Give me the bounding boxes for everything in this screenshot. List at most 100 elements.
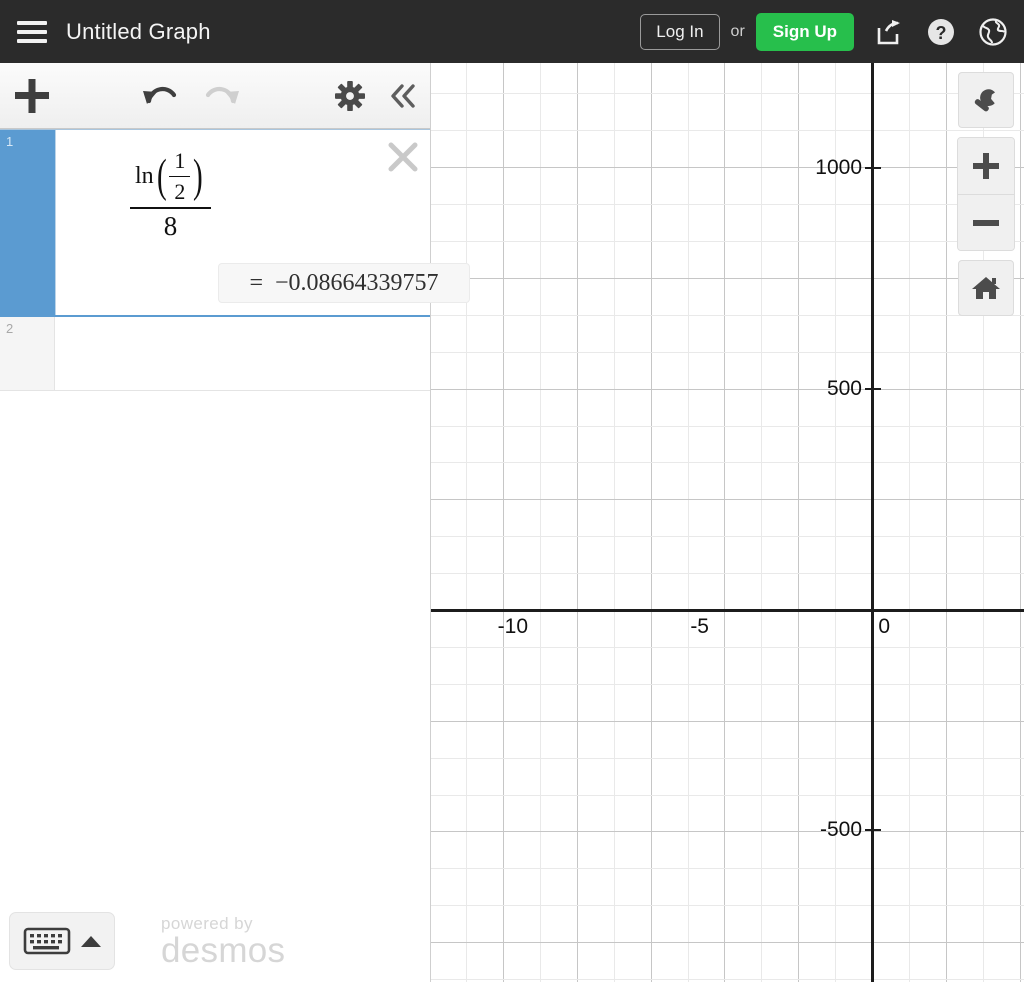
collapse-panel-button[interactable] <box>377 63 429 128</box>
login-button[interactable]: Log In <box>640 14 719 50</box>
powered-by-desmos: powered by desmos <box>161 915 285 968</box>
x-axis <box>431 609 1024 612</box>
grid-line-horizontal <box>431 684 1024 685</box>
grid-line-horizontal <box>431 426 1024 427</box>
zoom-in-button[interactable] <box>958 138 1014 194</box>
x-axis-tick-label: -5 <box>690 615 709 639</box>
grid-line-horizontal <box>431 278 1024 279</box>
y-axis-tick-label: -500 <box>431 818 862 842</box>
share-icon[interactable] <box>872 15 906 49</box>
globe-icon[interactable] <box>976 15 1010 49</box>
expression-row-index: 2 <box>0 317 55 390</box>
y-axis-tick-mark <box>865 388 881 390</box>
grid-line-vertical <box>946 63 947 982</box>
grid-line-horizontal <box>431 352 1024 353</box>
app-header: Untitled Graph Log In or Sign Up ? <box>0 0 1024 63</box>
graph-title[interactable]: Untitled Graph <box>66 19 211 45</box>
wrench-icon <box>971 85 1001 115</box>
desmos-brand-label: desmos <box>161 933 285 968</box>
result-value: −0.08664339757 <box>275 270 439 297</box>
caret-up-icon <box>81 936 101 947</box>
outer-fraction-bar <box>130 207 211 209</box>
x-axis-tick-label: -10 <box>498 615 528 639</box>
inner-fraction: 1 2 <box>169 148 190 205</box>
grid-lines <box>431 63 1024 982</box>
grid-line-vertical <box>835 63 836 982</box>
y-axis-tick-mark <box>865 829 881 831</box>
settings-button[interactable] <box>323 63 377 128</box>
grid-line-vertical <box>466 63 467 982</box>
plus-icon <box>15 79 49 113</box>
add-expression-button[interactable] <box>0 63 64 128</box>
grid-line-vertical <box>503 63 504 982</box>
grid-line-vertical <box>798 63 799 982</box>
expression-panel: 1 ln ( 1 <box>0 63 431 982</box>
grid-line-vertical <box>540 63 541 982</box>
close-x-icon[interactable] <box>386 140 420 174</box>
grid-line-horizontal <box>431 241 1024 242</box>
redo-button[interactable] <box>194 63 250 128</box>
expression-math: ln ( 1 2 ) 8 <box>130 148 430 242</box>
powered-by-label: powered by <box>161 915 285 932</box>
graph-controls <box>958 72 1014 316</box>
graph-canvas[interactable]: -10 -5 0 1000 500 -500 <box>431 63 1024 982</box>
home-button[interactable] <box>958 260 1014 316</box>
or-label: or <box>731 23 745 41</box>
minus-icon <box>973 210 999 236</box>
grid-line-horizontal <box>431 942 1024 943</box>
expression-row-content[interactable] <box>55 317 430 390</box>
grid-line-horizontal <box>431 204 1024 205</box>
grid-line-vertical <box>1020 63 1021 982</box>
help-icon[interactable]: ? <box>924 15 958 49</box>
inner-numerator: 1 <box>169 148 190 174</box>
grid-line-vertical <box>577 63 578 982</box>
y-axis-tick-label: 1000 <box>431 156 862 180</box>
x-axis-tick-label: 0 <box>878 615 890 639</box>
grid-line-horizontal <box>431 868 1024 869</box>
expression-toolbar <box>0 63 430 129</box>
header-actions: Log In or Sign Up ? <box>640 13 1024 51</box>
zoom-controls <box>957 137 1015 251</box>
keyboard-icon <box>23 925 71 957</box>
home-icon <box>971 274 1001 302</box>
grid-line-vertical <box>761 63 762 982</box>
grid-line-vertical <box>688 63 689 982</box>
grid-line-horizontal <box>431 573 1024 574</box>
grid-line-horizontal <box>431 130 1024 131</box>
expression-list: 1 ln ( 1 <box>0 129 430 982</box>
ln-label: ln <box>135 163 154 190</box>
grid-line-vertical <box>614 63 615 982</box>
inner-fraction-bar <box>169 176 190 177</box>
keyboard-toggle-button[interactable] <box>9 912 115 970</box>
grid-line-horizontal <box>431 795 1024 796</box>
hamburger-bar <box>17 39 47 43</box>
paren-close: ) <box>193 157 203 196</box>
grid-line-horizontal <box>431 315 1024 316</box>
expression-row-index: 1 <box>0 130 55 315</box>
grid-line-horizontal <box>431 979 1024 980</box>
expression-row-2[interactable]: 2 <box>0 317 430 391</box>
grid-line-horizontal <box>431 647 1024 648</box>
signup-button[interactable]: Sign Up <box>756 13 854 51</box>
hamburger-menu-icon[interactable] <box>14 18 50 46</box>
grid-line-horizontal <box>431 499 1024 500</box>
outer-fraction: ln ( 1 2 ) 8 <box>130 148 211 242</box>
y-axis-tick-mark <box>865 167 881 169</box>
expression-row-1[interactable]: 1 ln ( 1 <box>0 129 430 317</box>
grid-line-vertical <box>909 63 910 982</box>
paren-open: ( <box>157 157 167 196</box>
expression-row-content[interactable]: ln ( 1 2 ) 8 <box>55 130 430 315</box>
expression-result[interactable]: = −0.08664339757 <box>218 263 470 303</box>
graph-tools-button[interactable] <box>958 72 1014 128</box>
y-axis-tick-label: 500 <box>431 377 862 401</box>
ln-function: ln ( 1 2 ) <box>135 148 206 205</box>
outer-denominator: 8 <box>159 211 183 242</box>
double-chevron-left-icon <box>388 82 418 110</box>
undo-icon <box>141 81 179 111</box>
equals-sign: = <box>249 270 263 297</box>
grid-line-horizontal <box>431 905 1024 906</box>
zoom-out-button[interactable] <box>958 194 1014 250</box>
grid-line-vertical <box>651 63 652 982</box>
svg-text:?: ? <box>936 23 947 43</box>
undo-button[interactable] <box>132 63 188 128</box>
